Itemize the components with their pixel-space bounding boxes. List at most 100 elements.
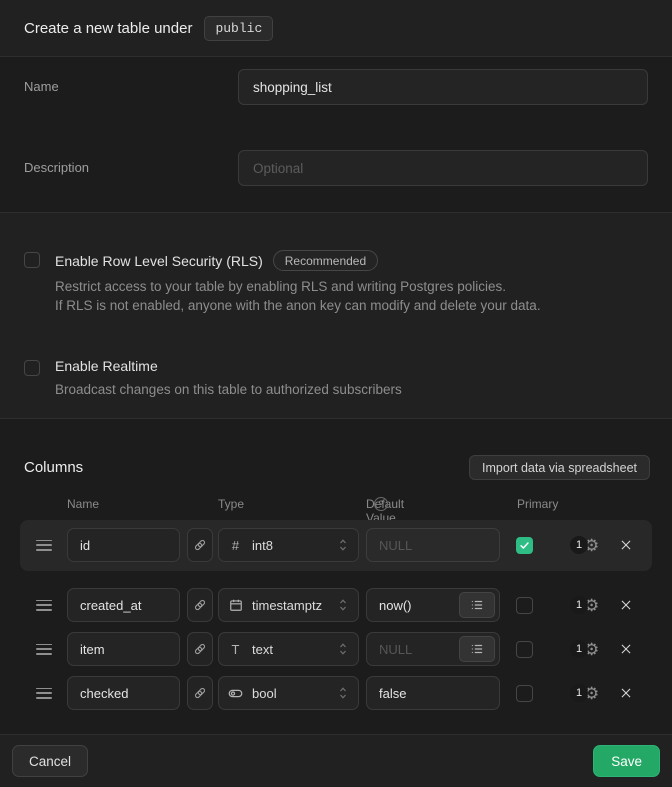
- column-row-created-at: timestamptz 1 ⚙: [20, 588, 652, 622]
- x-icon: [619, 686, 633, 700]
- dialog-title: Create a new table under: [24, 20, 192, 37]
- columns-section: Columns Import data via spreadsheet Name…: [0, 419, 672, 735]
- rls-toggle-block: Enable Row Level Security (RLS) Recommen…: [24, 250, 648, 315]
- column-type-value: text: [252, 642, 328, 657]
- dialog-footer: Cancel Save: [0, 735, 672, 787]
- table-name-input[interactable]: [238, 69, 648, 105]
- chevron-updown-icon: [337, 597, 349, 613]
- name-row: Name: [24, 69, 648, 105]
- link-icon: [193, 686, 207, 700]
- column-type-value: timestamptz: [252, 598, 328, 613]
- column-type-select[interactable]: bool: [218, 676, 359, 710]
- chevron-updown-icon: [337, 641, 349, 657]
- table-info-section: Name Description: [0, 57, 672, 213]
- default-value-wrap: [366, 632, 500, 666]
- import-spreadsheet-button[interactable]: Import data via spreadsheet: [469, 455, 650, 480]
- realtime-description: Broadcast changes on this table to autho…: [55, 380, 402, 399]
- schema-badge: public: [204, 16, 273, 41]
- drag-handle-icon[interactable]: [36, 540, 52, 551]
- default-value-input: [366, 528, 500, 562]
- default-suggestions-button[interactable]: [459, 636, 495, 662]
- link-icon: [193, 598, 207, 612]
- foreign-key-link-button[interactable]: [187, 632, 213, 666]
- table-options-section: Enable Row Level Security (RLS) Recommen…: [0, 213, 672, 419]
- settings-count-badge: 1: [570, 640, 588, 658]
- rls-description: Restrict access to your table by enablin…: [55, 277, 541, 315]
- default-value-wrap: [366, 588, 500, 622]
- header-primary: Primary: [517, 497, 558, 511]
- column-type-select[interactable]: # int8: [218, 528, 359, 562]
- rls-checkbox[interactable]: [24, 252, 40, 268]
- header-type: Type: [218, 497, 244, 511]
- primary-checkbox[interactable]: [516, 685, 533, 702]
- realtime-toggle-block: Enable Realtime Broadcast changes on thi…: [24, 358, 648, 399]
- rls-label: Enable Row Level Security (RLS): [55, 253, 263, 269]
- column-type-select[interactable]: timestamptz: [218, 588, 359, 622]
- column-settings-button[interactable]: 1 ⚙: [570, 536, 604, 554]
- description-row: Description: [24, 150, 648, 186]
- list-icon: [470, 598, 484, 612]
- delete-column-button[interactable]: [617, 536, 635, 554]
- delete-column-button[interactable]: [617, 640, 635, 658]
- primary-checkbox[interactable]: [516, 537, 533, 554]
- table-description-input[interactable]: [238, 150, 648, 186]
- column-row-checked: bool 1 ⚙: [20, 676, 652, 710]
- column-settings-button[interactable]: 1 ⚙: [570, 684, 604, 702]
- drag-handle-icon[interactable]: [36, 600, 52, 611]
- foreign-key-link-button[interactable]: [187, 528, 213, 562]
- column-type-value: bool: [252, 686, 328, 701]
- list-icon: [470, 642, 484, 656]
- hash-icon: #: [228, 538, 243, 553]
- realtime-content: Enable Realtime Broadcast changes on thi…: [55, 358, 402, 399]
- default-suggestions-button[interactable]: [459, 592, 495, 618]
- settings-count-badge: 1: [570, 596, 588, 614]
- chevron-updown-icon: [337, 537, 349, 553]
- realtime-checkbox[interactable]: [24, 360, 40, 376]
- link-icon: [193, 538, 207, 552]
- default-value-wrap: [366, 676, 500, 710]
- primary-checkbox[interactable]: [516, 597, 533, 614]
- column-name-input[interactable]: [67, 632, 180, 666]
- recommended-badge: Recommended: [273, 250, 378, 271]
- drag-handle-icon[interactable]: [36, 688, 52, 699]
- delete-column-button[interactable]: [617, 596, 635, 614]
- columns-header-row: Name Type Default Value? Primary: [0, 497, 672, 513]
- foreign-key-link-button[interactable]: [187, 676, 213, 710]
- cancel-button[interactable]: Cancel: [12, 745, 88, 777]
- calendar-icon: [228, 598, 243, 612]
- column-row-item: T text 1 ⚙: [20, 632, 652, 666]
- column-name-input[interactable]: [67, 528, 180, 562]
- column-name-input[interactable]: [67, 588, 180, 622]
- check-icon: [519, 540, 530, 551]
- settings-count-badge: 1: [570, 684, 588, 702]
- column-row-id: # int8 1 ⚙: [20, 528, 652, 562]
- toggle-left-icon: [228, 686, 243, 701]
- text-type-icon: T: [228, 642, 243, 657]
- header-name: Name: [67, 497, 99, 511]
- drag-handle-icon[interactable]: [36, 644, 52, 655]
- column-type-value: int8: [252, 538, 328, 553]
- default-value-wrap: [366, 528, 500, 562]
- name-label: Name: [24, 69, 238, 105]
- dialog-header: Create a new table under public: [0, 0, 672, 57]
- rls-content: Enable Row Level Security (RLS) Recommen…: [55, 250, 541, 315]
- default-value-input[interactable]: [366, 676, 500, 710]
- description-label: Description: [24, 150, 238, 186]
- column-settings-button[interactable]: 1 ⚙: [570, 596, 604, 614]
- chevron-updown-icon: [337, 685, 349, 701]
- settings-count-badge: 1: [570, 536, 588, 554]
- link-icon: [193, 642, 207, 656]
- primary-checkbox[interactable]: [516, 641, 533, 658]
- columns-title: Columns: [24, 459, 83, 476]
- realtime-label: Enable Realtime: [55, 358, 158, 374]
- help-icon[interactable]: ?: [374, 497, 388, 511]
- delete-column-button[interactable]: [617, 684, 635, 702]
- foreign-key-link-button[interactable]: [187, 588, 213, 622]
- column-settings-button[interactable]: 1 ⚙: [570, 640, 604, 658]
- save-button[interactable]: Save: [593, 745, 660, 777]
- column-type-select[interactable]: T text: [218, 632, 359, 666]
- x-icon: [619, 598, 633, 612]
- x-icon: [619, 538, 633, 552]
- x-icon: [619, 642, 633, 656]
- column-name-input[interactable]: [67, 676, 180, 710]
